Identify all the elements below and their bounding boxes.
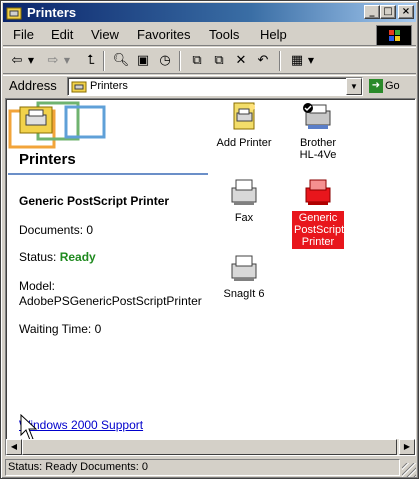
scroll-right-icon[interactable]: ▶ — [399, 439, 415, 455]
waiting-label: Waiting Time: — [19, 322, 92, 336]
scroll-thumb[interactable] — [22, 439, 397, 455]
go-button[interactable]: ➜ Go — [369, 77, 413, 96]
address-bar: Address Printers ▼ ➜ Go — [3, 75, 416, 97]
status-info: Status: Ready — [19, 250, 96, 264]
add-printer-label: Add Printer — [216, 137, 272, 149]
status-text: Status: Ready Documents: 0 — [5, 459, 400, 476]
menu-tools[interactable]: Tools — [209, 27, 239, 43]
divider — [8, 173, 208, 175]
menu-bar: File Edit View Favorites Tools Help — [3, 24, 416, 46]
menu-file[interactable]: File — [13, 27, 34, 43]
toolbar: ⇦ ▼ ⇨ ▼ ⮤ 🔍︎ ▣ ◷ ⧉ ⧉ ✕ ↶ ▦ ▼ — [3, 47, 416, 74]
status-label: Status: — [19, 250, 57, 264]
undo-icon[interactable]: ↶ — [253, 51, 273, 71]
address-input[interactable]: Printers ▼ — [67, 77, 363, 96]
waiting-info: Waiting Time: 0 — [19, 322, 101, 336]
address-label: Address — [9, 78, 57, 93]
horizontal-scrollbar[interactable]: ◀ ▶ — [6, 439, 415, 455]
explorer-window: Printers _ □ × File Edit View Favorites … — [0, 0, 419, 479]
move-to-icon[interactable]: ⧉ — [187, 51, 207, 71]
search-icon[interactable]: 🔍︎ — [111, 51, 131, 71]
snagit-label: SnagIt 6 — [223, 288, 265, 300]
selected-printer-name: Generic PostScript Printer — [19, 194, 170, 208]
views-icon[interactable]: ▦ — [287, 51, 307, 71]
printer-folder-icon — [71, 81, 87, 93]
minimize-button[interactable]: _ — [364, 5, 380, 19]
mouse-pointer-icon — [20, 414, 38, 441]
forward-icon[interactable]: ⇨ — [43, 51, 63, 71]
menu-edit[interactable]: Edit — [51, 27, 73, 43]
add-printer-icon — [233, 102, 255, 130]
folder-view: Printers Generic PostScript Printer Docu… — [5, 98, 416, 456]
history-icon[interactable]: ◷ — [155, 51, 175, 71]
brother-printer-item[interactable]: Brother HL-4Ve — [286, 101, 350, 162]
printers-banner-icon — [8, 101, 106, 149]
model-info: Model: AdobePSGenericPostScriptPrinter — [19, 279, 202, 309]
menu-favorites[interactable]: Favorites — [137, 27, 190, 43]
brother-printer-label: Brother HL-4Ve — [299, 137, 337, 161]
menu-view[interactable]: View — [91, 27, 119, 43]
address-value: Printers — [90, 80, 128, 92]
model-value: AdobePSGenericPostScriptPrinter — [19, 294, 202, 308]
forward-dropdown-icon[interactable]: ▼ — [61, 51, 73, 71]
documents-info: Documents: 0 — [19, 223, 93, 237]
folders-icon[interactable]: ▣ — [133, 51, 153, 71]
fax-icon — [231, 179, 257, 205]
status-value: Ready — [59, 250, 96, 264]
back-icon[interactable]: ⇦ — [7, 51, 27, 71]
back-dropdown-icon[interactable]: ▼ — [25, 51, 37, 71]
up-folder-icon[interactable]: ⮤ — [81, 51, 101, 71]
snagit-item[interactable]: SnagIt 6 — [212, 252, 276, 301]
go-label: Go — [385, 80, 400, 92]
status-bar: Status: Ready Documents: 0 — [3, 458, 416, 477]
window-title: Printers — [27, 5, 77, 20]
maximize-button[interactable]: □ — [380, 5, 396, 19]
generic-postscript-label: Generic PostScript Printer — [291, 210, 345, 250]
waiting-value: 0 — [94, 322, 102, 336]
pane-title: Printers — [19, 151, 76, 168]
generic-postscript-item[interactable]: Generic PostScript Printer — [288, 176, 348, 250]
printer-icon — [305, 179, 331, 205]
add-printer-item[interactable]: Add Printer — [212, 101, 276, 150]
views-dropdown-icon[interactable]: ▼ — [305, 51, 317, 71]
menu-help[interactable]: Help — [260, 27, 287, 43]
scroll-left-icon[interactable]: ◀ — [6, 439, 22, 455]
fax-label: Fax — [234, 212, 254, 224]
copy-to-icon[interactable]: ⧉ — [209, 51, 229, 71]
resize-grip-icon[interactable] — [402, 463, 416, 477]
web-view-pane: Printers Generic PostScript Printer Docu… — [6, 99, 211, 439]
go-arrow-icon: ➜ — [369, 79, 383, 94]
title-bar[interactable]: Printers _ □ × — [3, 3, 416, 22]
close-button[interactable]: × — [398, 5, 414, 19]
fax-item[interactable]: Fax — [212, 176, 276, 225]
documents-value: 0 — [86, 223, 94, 237]
printer-folder-icon — [6, 7, 22, 20]
network-printer-icon — [303, 103, 331, 129]
printer-icon — [231, 255, 257, 281]
documents-label: Documents: — [19, 223, 84, 237]
windows-logo-icon — [376, 25, 412, 46]
address-dropdown-icon[interactable]: ▼ — [346, 78, 362, 95]
model-label: Model: — [19, 279, 56, 293]
delete-icon[interactable]: ✕ — [231, 51, 251, 71]
